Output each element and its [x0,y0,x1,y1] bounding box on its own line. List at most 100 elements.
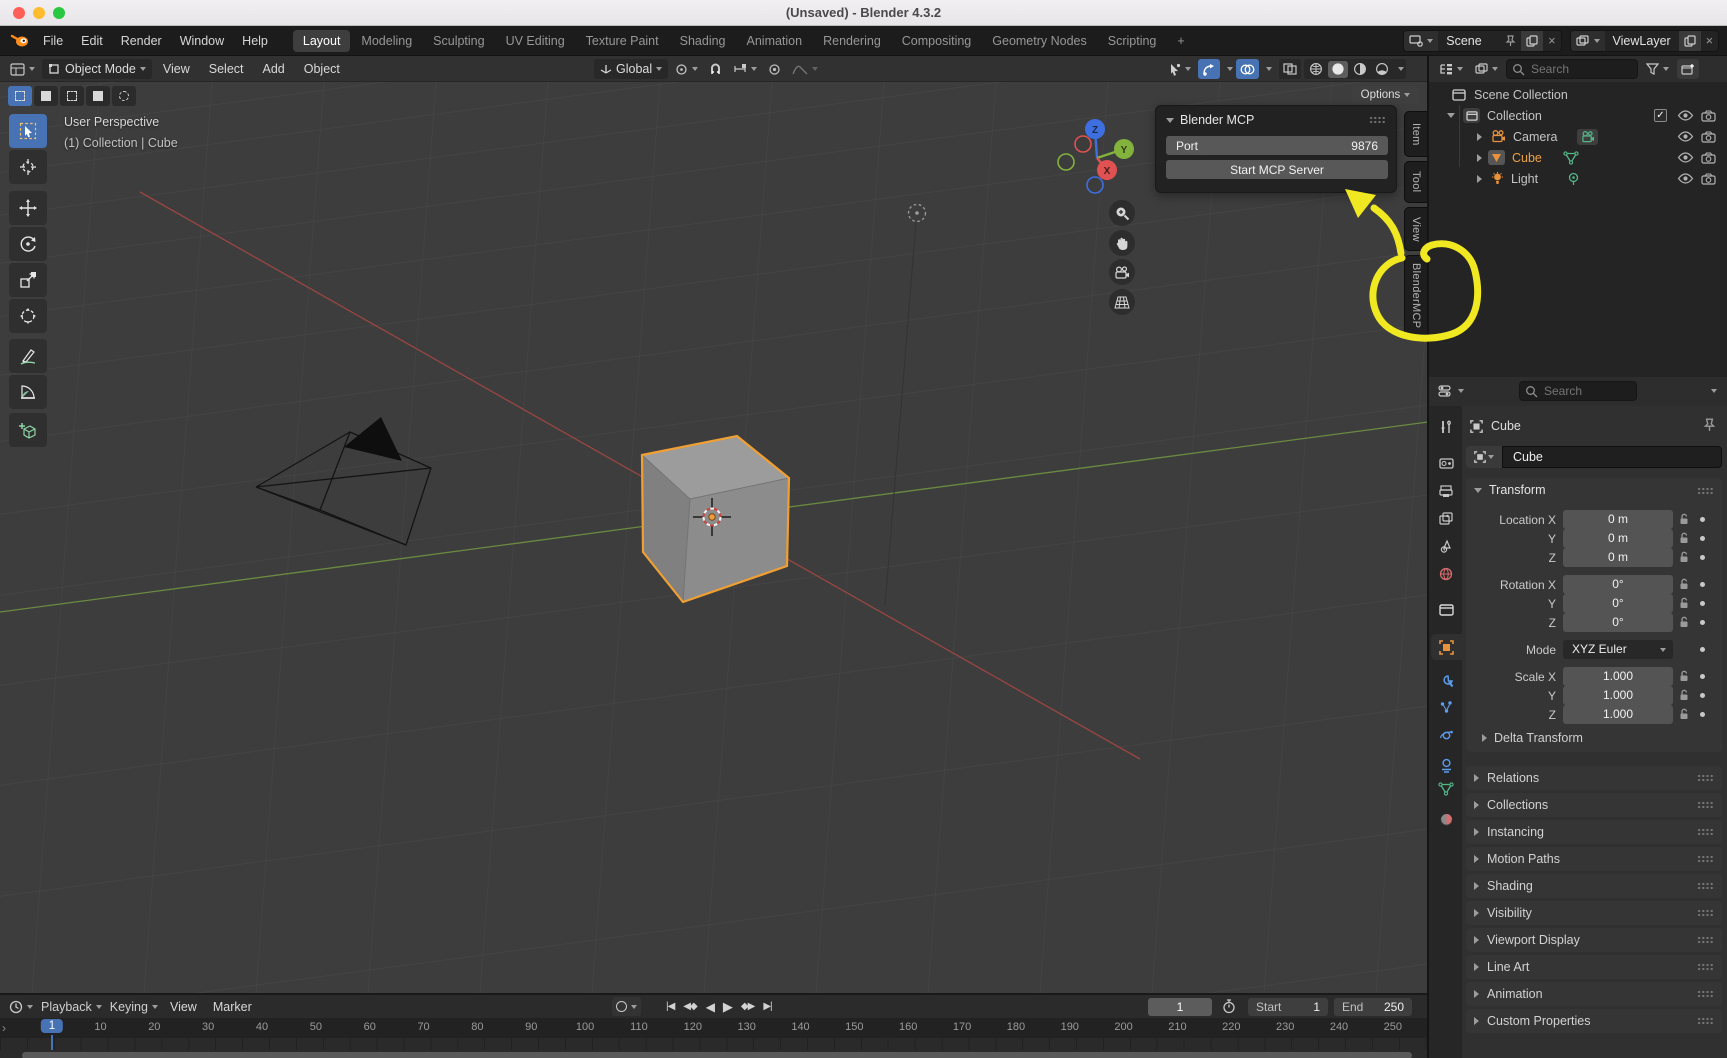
sidebar-tab-item[interactable]: Item [1404,111,1427,157]
current-frame-field[interactable]: 1 [1148,998,1212,1016]
shading-material-icon[interactable] [1350,61,1370,78]
menu-window[interactable]: Window [171,34,233,48]
overlays-toggle-icon[interactable] [1236,59,1259,79]
select-mode-set[interactable] [8,86,32,106]
menu-add[interactable]: Add [255,62,293,76]
lock-icon[interactable] [1679,689,1690,701]
scale-y-field[interactable]: 1.000 [1563,686,1673,705]
sidebar-tab-tool[interactable]: Tool [1404,161,1427,203]
mcp-port-field[interactable]: Port 9876 [1166,136,1388,155]
outliner-row-scene-collection[interactable]: Scene Collection [1429,84,1727,105]
hide-in-viewport-icon[interactable] [1677,173,1694,184]
select-mode-extend[interactable] [34,86,58,106]
pin-id-icon[interactable] [1703,418,1716,432]
camera-view-icon[interactable] [1109,259,1135,285]
workspace-tab-rendering[interactable]: Rendering [813,30,891,52]
pan-view-icon[interactable] [1109,230,1135,256]
panel-animation[interactable]: Animation [1466,982,1722,1006]
add-workspace-button[interactable]: + [1167,30,1194,52]
properties-options-icon[interactable] [1711,389,1717,393]
timeline-editor-type-icon[interactable] [5,997,37,1017]
workspace-tab-compositing[interactable]: Compositing [892,30,981,52]
transform-orientation-selector[interactable]: Global [594,59,668,79]
scale-tool[interactable] [9,263,47,297]
menu-object[interactable]: Object [296,62,348,76]
snap-magnet-icon[interactable] [705,59,726,79]
id-type-icon[interactable] [1466,446,1502,468]
mode-selector[interactable]: Object Mode [42,59,152,79]
animate-dot[interactable] [1700,647,1705,652]
tab-particles-icon[interactable] [1432,694,1460,720]
unlink-scene-icon[interactable]: × [1543,34,1560,48]
navigation-gizmo[interactable]: Z Y X [1050,112,1145,207]
outliner-filter-mode-icon[interactable] [1471,59,1502,79]
new-collection-icon[interactable] [1677,59,1699,79]
zoom-view-icon[interactable] [1109,200,1135,226]
shading-wireframe-icon[interactable] [1306,61,1326,78]
animate-dot[interactable] [1700,517,1705,522]
outliner-display-mode-icon[interactable] [1435,59,1467,79]
outliner-row-camera[interactable]: Camera [1429,126,1727,147]
panel-relations[interactable]: Relations [1466,766,1722,790]
panel-shading[interactable]: Shading [1466,874,1722,898]
toggle-perspective-icon[interactable] [1109,289,1135,315]
rotation-x-field[interactable]: 0° [1563,575,1673,594]
keying-menu[interactable]: Keying [106,997,162,1017]
tab-tool-icon[interactable] [1432,414,1460,440]
panel-motion-paths[interactable]: Motion Paths [1466,847,1722,871]
timeline-playhead[interactable] [51,1035,53,1050]
jump-to-end-button[interactable]: ▶| [759,997,775,1016]
scale-z-field[interactable]: 1.000 [1563,705,1673,724]
properties-editor-type-icon[interactable] [1434,381,1468,401]
move-tool[interactable] [9,191,47,225]
panel-drag-handle[interactable] [1369,116,1386,124]
cursor-tool[interactable] [9,150,47,184]
scene-icon[interactable] [1404,31,1438,51]
tab-scene-icon[interactable] [1432,533,1460,559]
region-toggle-arrow[interactable]: › [2,1021,6,1035]
playback-menu[interactable]: Playback [37,997,106,1017]
outliner-row-light[interactable]: Light [1429,168,1727,189]
prev-keyframe-button[interactable]: ◀◆ [679,997,700,1016]
shading-solid-icon[interactable] [1328,61,1348,78]
disable-in-renders-icon[interactable] [1701,110,1716,122]
workspace-tab-uv-editing[interactable]: UV Editing [496,30,575,52]
lock-icon[interactable] [1679,578,1690,590]
location-z-field[interactable]: 0 m [1563,548,1673,567]
expand-icon[interactable] [1477,154,1482,162]
tab-view-layer-icon[interactable] [1432,505,1460,531]
jump-to-start-button[interactable]: |◀ [662,997,678,1016]
workspace-tab-layout[interactable]: Layout [293,30,351,52]
lock-icon[interactable] [1679,616,1690,628]
panel-collections[interactable]: Collections [1466,793,1722,817]
workspace-tab-modeling[interactable]: Modeling [351,30,422,52]
outliner-row-cube[interactable]: Cube [1429,147,1727,168]
menu-render[interactable]: Render [112,34,171,48]
options-button[interactable]: Options [1352,86,1419,104]
object-name-field[interactable]: Cube [1502,446,1722,468]
editor-divider[interactable] [1427,56,1429,1058]
new-scene-icon[interactable] [1521,31,1543,51]
workspace-tab-sculpting[interactable]: Sculpting [423,30,494,52]
timeline-tick-area[interactable] [0,1038,1428,1050]
light-data-icon[interactable] [1567,172,1580,186]
tab-physics-icon[interactable] [1432,722,1460,748]
new-view-layer-icon[interactable] [1679,31,1701,51]
outliner-row-collection[interactable]: Collection ✓ [1429,105,1727,126]
menu-file[interactable]: File [34,34,72,48]
breadcrumb-object-name[interactable]: Cube [1491,419,1521,433]
collapse-icon[interactable] [1474,488,1482,493]
play-button[interactable]: ▶ [719,997,736,1016]
hide-in-viewport-icon[interactable] [1677,131,1694,142]
animate-dot[interactable] [1700,555,1705,560]
animate-dot[interactable] [1700,620,1705,625]
outliner-search-input[interactable] [1506,59,1638,79]
tab-world-icon[interactable] [1432,561,1460,587]
pivot-point-icon[interactable] [671,59,702,79]
location-x-field[interactable]: 0 m [1563,510,1673,529]
expand-icon[interactable] [1477,133,1482,141]
show-object-types-icon[interactable] [1164,59,1195,79]
gizmos-toggle-icon[interactable] [1198,59,1220,79]
animate-dot[interactable] [1700,582,1705,587]
frame-start-field[interactable]: Start1 [1248,998,1328,1016]
